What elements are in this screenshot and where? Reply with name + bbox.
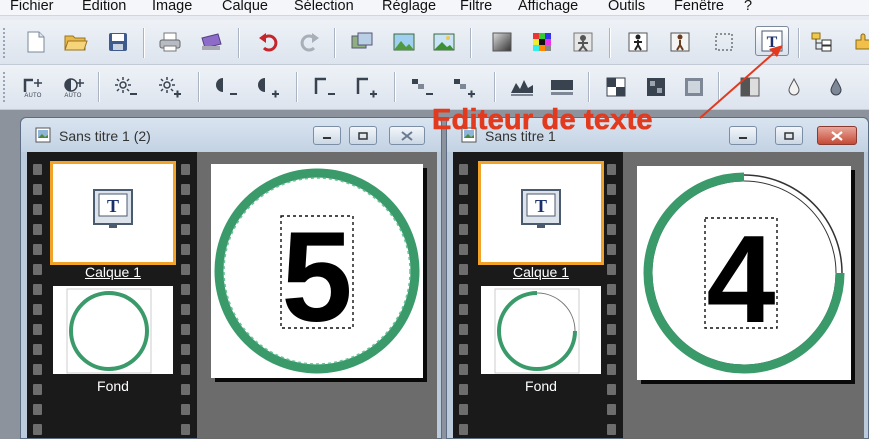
annotation-label: Editeur de texte xyxy=(432,104,653,137)
annotation-arrow xyxy=(699,45,783,119)
paint-application: Fichier Edition Image Calque Sélection R… xyxy=(0,0,869,439)
